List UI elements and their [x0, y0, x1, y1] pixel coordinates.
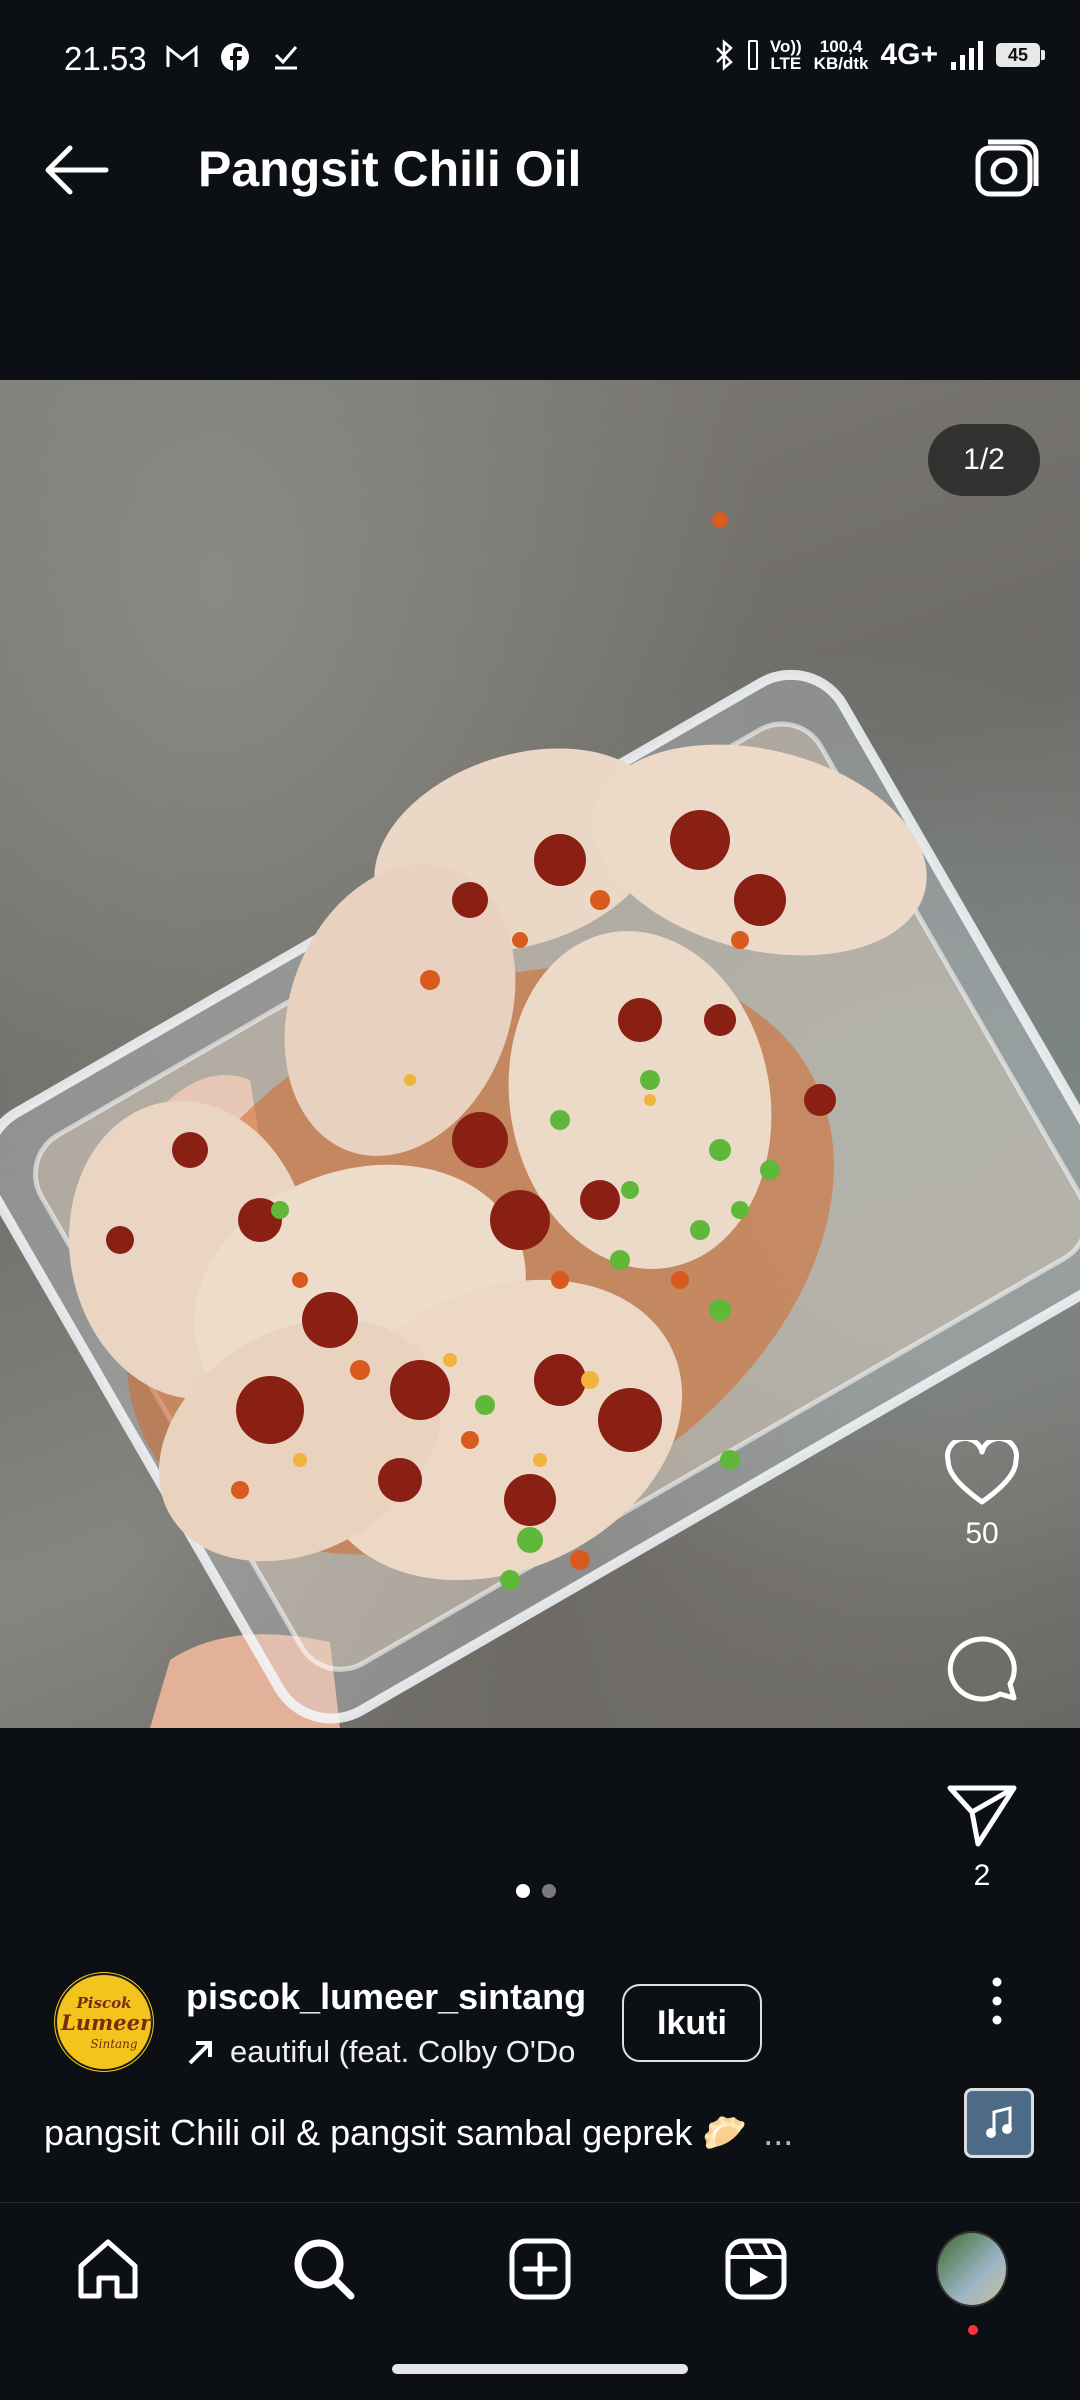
heart-icon[interactable]	[944, 1436, 1020, 1508]
avatar-text-3: Sintang	[90, 2037, 137, 2051]
like-count[interactable]: 50	[912, 1517, 1052, 1551]
signal-icon	[951, 41, 983, 70]
bottom-nav	[0, 2202, 1080, 2339]
gmail-icon	[166, 45, 198, 67]
share-count[interactable]: 2	[912, 1859, 1052, 1893]
home-icon[interactable]	[75, 2236, 141, 2302]
trending-arrow-icon	[188, 2041, 212, 2065]
share-action[interactable]: 2	[912, 1782, 1052, 1893]
audio-row[interactable]: eautiful (feat. Colby O'Do	[186, 2034, 586, 2070]
carousel-dots	[516, 1884, 556, 1898]
download-check-icon	[274, 46, 298, 70]
camera-icon[interactable]	[974, 136, 1042, 204]
carousel-dot-2	[542, 1884, 556, 1898]
home-indicator[interactable]	[392, 2364, 688, 2374]
comment-icon[interactable]	[944, 1628, 1020, 1704]
net-speed: 100,4 KB/dtk	[814, 38, 869, 72]
image-counter: 1/2	[928, 424, 1040, 496]
status-time: 21.53	[64, 40, 147, 77]
author-username[interactable]: piscok_lumeer_sintang	[186, 1976, 586, 2018]
volte-top: Vo))	[769, 37, 802, 56]
audio-thumbnail[interactable]	[964, 2088, 1034, 2158]
network-type: 4G+	[880, 38, 938, 71]
post-caption[interactable]: pangsit Chili oil & pangsit sambal gepre…	[44, 2112, 793, 2154]
search-icon[interactable]	[291, 2236, 357, 2302]
net-speed-unit: KB/dtk	[813, 54, 869, 73]
caption-text: pangsit Chili oil & pangsit sambal gepre…	[44, 2112, 748, 2153]
nav-profile[interactable]	[936, 2231, 1008, 2335]
page-title: Pangsit Chili Oil	[198, 141, 582, 197]
like-action[interactable]: 50	[912, 1436, 1052, 1551]
music-note-icon	[986, 2106, 1012, 2138]
header: Pangsit Chili Oil	[0, 92, 1080, 248]
author-avatar[interactable]: Piscok Lumeer Sintang	[54, 1972, 154, 2072]
profile-avatar[interactable]	[936, 2231, 1008, 2307]
battery-icon: 45	[996, 43, 1045, 67]
caption-more[interactable]: ...	[763, 2112, 793, 2153]
follow-button[interactable]: Ikuti	[622, 1984, 762, 2062]
notification-dot	[968, 2325, 978, 2335]
battery-saver-icon	[747, 40, 758, 70]
volte-bottom: LTE	[770, 54, 802, 73]
status-notification-icons	[166, 42, 300, 72]
bluetooth-icon	[715, 39, 733, 71]
nav-create[interactable]	[504, 2233, 576, 2305]
facebook-icon	[221, 43, 249, 71]
audio-title[interactable]: eautiful (feat. Colby O'Do	[230, 2034, 575, 2070]
back-arrow-icon[interactable]	[40, 142, 112, 198]
send-icon[interactable]	[946, 1782, 1018, 1850]
comment-action[interactable]	[912, 1628, 1052, 1709]
avatar-text-2: Lumeer	[60, 2010, 153, 2035]
create-icon[interactable]	[507, 2236, 573, 2302]
volte-indicator: Vo)) LTE	[770, 38, 802, 72]
battery-level: 45	[1007, 44, 1029, 65]
status-bar: 21.53 Vo)) LTE 100,4 KB/dtk 4G+ 45	[0, 0, 1080, 92]
nav-home[interactable]	[72, 2233, 144, 2305]
status-right-group: Vo)) LTE 100,4 KB/dtk 4G+ 45	[714, 38, 1045, 72]
author-logo: Piscok Lumeer Sintang	[55, 1973, 153, 2071]
nav-search[interactable]	[288, 2233, 360, 2305]
more-options-icon[interactable]	[980, 1976, 1014, 2026]
reels-icon[interactable]	[723, 2236, 789, 2302]
carousel-dot-1	[516, 1884, 530, 1898]
net-speed-value: 100,4	[819, 37, 863, 56]
nav-reels[interactable]	[720, 2233, 792, 2305]
